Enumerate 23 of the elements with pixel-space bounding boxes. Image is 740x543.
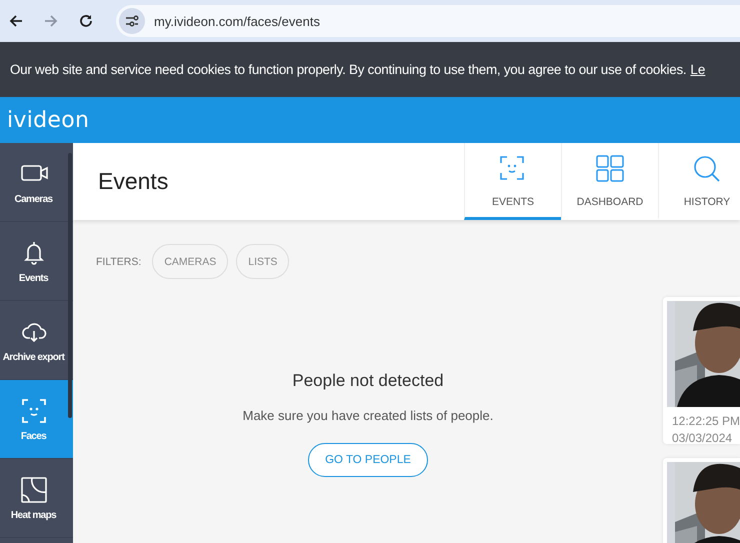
site-settings-icon[interactable] (119, 8, 145, 34)
search-icon (693, 155, 721, 183)
page-title: Events (97, 168, 170, 195)
tab[interactable]: DASHBOARD (561, 143, 658, 220)
event-time: 12:22:25 PM (671, 413, 740, 430)
grid-icon (596, 155, 624, 183)
empty-title: People not detected (292, 371, 444, 391)
filters-label: FILTERS: (96, 256, 142, 268)
event-date: 03/03/2024 (671, 430, 734, 447)
tab[interactable]: EVENTS (464, 143, 561, 220)
map-icon (20, 476, 48, 504)
cookie-text: Our web site and service need cookies to function properly. By continuing to use them, you agree to our use of cookies. (10, 62, 686, 77)
event-card[interactable]: 12:22:25 PM 03/03/2024 (663, 297, 740, 444)
scrollbar[interactable] (68, 153, 72, 418)
url-text: my.ivideon.com/faces/events (154, 14, 320, 28)
tab[interactable]: HISTORY (658, 143, 740, 220)
back-icon[interactable] (8, 13, 24, 29)
reload-icon[interactable] (78, 13, 94, 29)
cookie-link[interactable]: Le (690, 62, 706, 77)
address-bar[interactable]: my.ivideon.com/faces/events (116, 5, 740, 37)
face-scan-icon (499, 155, 527, 183)
empty-message: Make sure you have created lists of people. (242, 408, 494, 423)
face-scan-icon (20, 396, 48, 424)
